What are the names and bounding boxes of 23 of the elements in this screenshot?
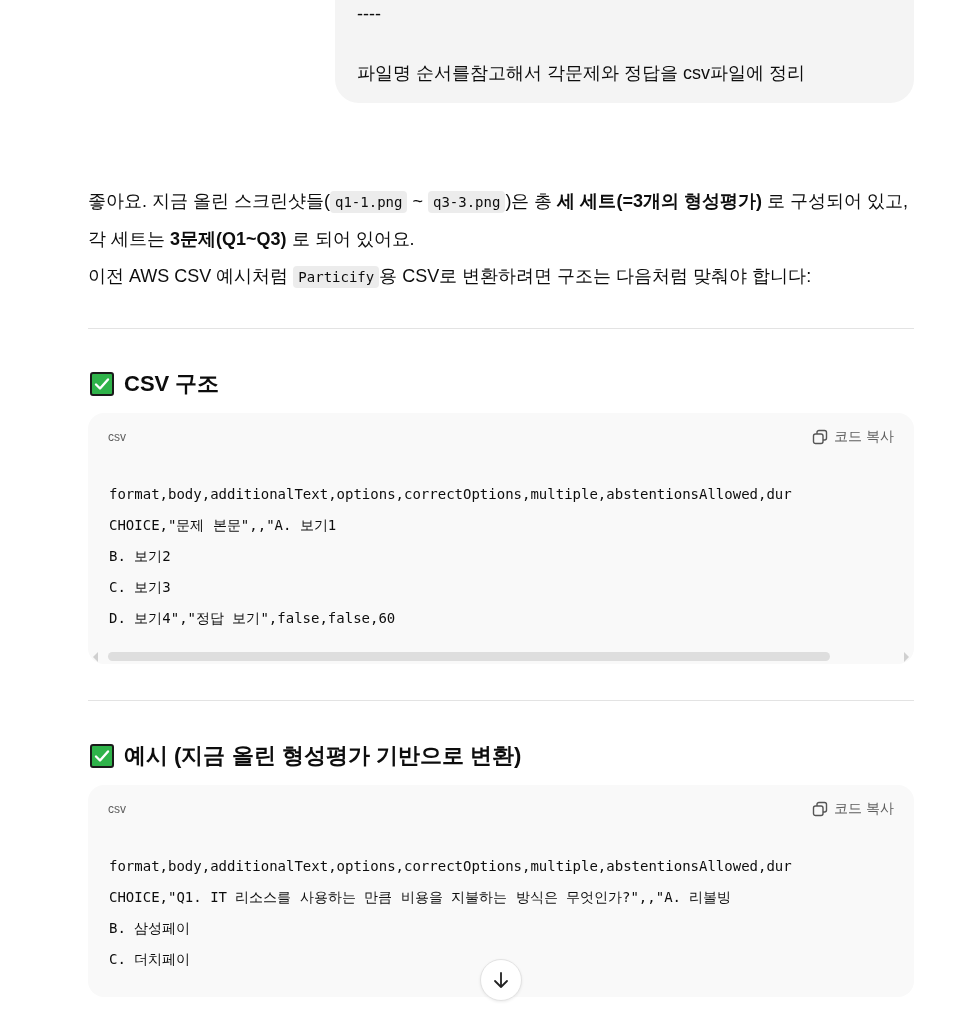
message-text: ---- [357,3,382,26]
code-line: C. 보기3 [109,578,171,597]
section-heading: 예시 (지금 올린 형성평가 기반으로 변환) [124,742,522,770]
check-icon [90,372,114,396]
section-heading: CSV 구조 [124,370,220,398]
check-icon [90,744,114,768]
language-label: csv [108,430,126,444]
copy-icon [812,429,829,445]
message-text: 파일명 순서를참고해서 각문제와 정답을 csv파일에 정리 [357,62,806,85]
response-paragraph: 좋아요. 지금 올린 스크린샷들( q1-1.png ~ q3-3.png )은 총 세 세트(=3개의 형성평가) 로 구성되어 있고, 각 세트는 3문제(Q1~Q3) 로 되어 있어요. 이전 AWS CSV 예시처럼 Particify 용 CSV로 변환하려면 구조는 다음처럼 맞춰야 합니다: [88,190,909,290]
code-line: B. 삼성페이 [109,919,191,938]
language-label: csv [108,802,126,816]
code-line: format,body,additionalText,options,correctOptions,multiple,abstentionsAllowed,dur [109,485,792,504]
code-line: CHOICE,"Q1. IT 리소스를 사용하는 만큼 비용을 지불하는 방식은 무엇인가?",,"A. 리볼빙 [109,888,732,907]
code-line: D. 보기4","정답 보기",false,false,60 [109,609,396,628]
copy-code-button[interactable]: 코드 복사 [812,800,894,818]
code-line: CHOICE,"문제 본문",,"A. 보기1 [109,516,337,535]
down-arrow-icon [491,970,511,990]
code-line: B. 보기2 [109,547,171,566]
code-line: C. 더치페이 [109,950,191,969]
copy-icon [812,801,829,817]
copy-code-button[interactable]: 코드 복사 [812,428,894,446]
code-line: format,body,additionalText,options,correctOptions,multiple,abstentionsAllowed,dur [109,857,792,876]
